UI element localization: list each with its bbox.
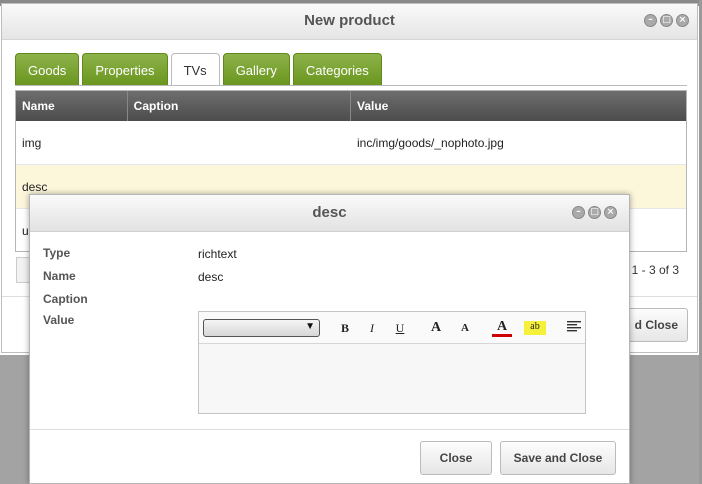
richtext-editor: ▼ B I U A A A ab [198,311,586,414]
window-title: New product [304,12,395,29]
maximize-icon[interactable]: □ [660,14,673,27]
bold-button[interactable]: B [337,319,353,337]
tab-properties[interactable]: Properties [82,53,168,85]
paging-info: g 1 - 3 of 3 [621,263,679,277]
minimize-icon[interactable]: – [644,14,657,27]
cell-value: inc/img/goods/_nophoto.jpg [357,135,504,150]
dialog-title: desc [312,204,347,221]
column-header-value[interactable]: Value [351,91,686,121]
editor-content[interactable] [199,344,585,413]
save-and-close-button[interactable]: d Close [628,308,688,342]
align-left-icon[interactable] [567,319,581,337]
cell-name: img [22,135,42,150]
save-and-close-label: d Close [634,318,678,332]
italic-button[interactable]: I [364,319,380,337]
close-button[interactable]: Close [420,441,492,475]
close-icon[interactable]: × [604,206,617,219]
tv-edit-dialog: desc – □ × Type richtext Name desc Capti… [29,194,630,484]
tab-categories[interactable]: Categories [292,53,382,85]
font-color-button[interactable]: A [492,319,512,337]
tab-goods[interactable]: Goods [15,53,80,85]
dialog-title-bar[interactable]: desc – □ × [30,195,629,232]
caption-label: Caption [43,292,88,306]
column-header-name[interactable]: Name [16,91,128,121]
value-label: Value [43,313,75,327]
editor-toolbar: ▼ B I U A A A ab [199,312,585,344]
table-row[interactable]: img inc/img/goods/_nophoto.jpg [16,121,686,165]
type-label: Type [43,246,71,260]
underline-button[interactable]: U [392,319,408,337]
highlight-button[interactable]: ab [524,321,546,335]
save-and-close-button[interactable]: Save and Close [500,441,616,475]
chevron-down-icon: ▼ [305,321,315,332]
shrink-font-button[interactable]: A [457,319,473,337]
maximize-icon[interactable]: □ [588,206,601,219]
tab-gallery[interactable]: Gallery [222,53,290,85]
paging-first-button[interactable] [16,257,30,283]
cell-name: desc [22,179,48,194]
type-value: richtext [198,247,237,261]
column-header-caption[interactable]: Caption [128,91,351,121]
name-value: desc [198,270,224,284]
grid-header: Name Caption Value [16,91,686,121]
tab-tvs[interactable]: TVs [170,53,220,86]
window-title-bar[interactable]: New product – □ × [2,4,697,40]
tab-bar: Goods Properties TVs Gallery Categories [15,53,382,86]
tab-divider [15,85,687,86]
minimize-icon[interactable]: – [572,206,585,219]
close-icon[interactable]: × [676,14,689,27]
dialog-footer-divider [30,429,629,430]
grow-font-button[interactable]: A [427,319,445,337]
font-select[interactable]: ▼ [203,319,320,337]
name-label: Name [43,269,76,283]
